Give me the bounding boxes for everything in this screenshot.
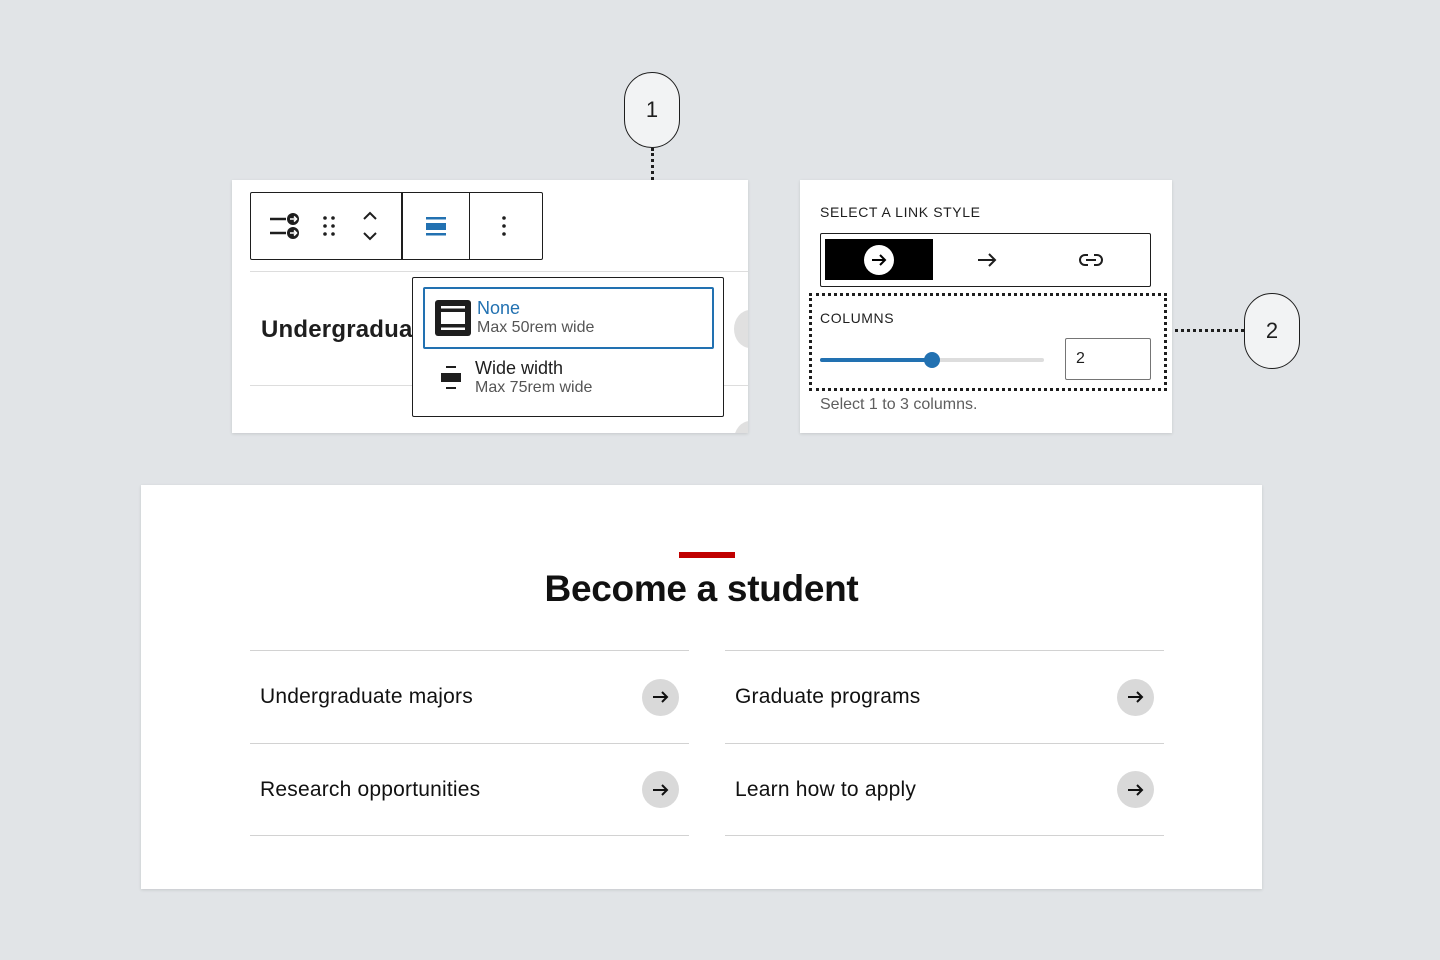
width-dropdown: None Max 50rem wide Wide width Max 75rem… (412, 277, 724, 417)
arrow-button-partial (734, 310, 748, 348)
option-subtitle: Max 50rem wide (477, 319, 595, 336)
link-style-option-arrow[interactable] (957, 239, 1017, 280)
width-option-none[interactable]: None Max 50rem wide (423, 287, 714, 349)
option-subtitle: Max 75rem wide (475, 379, 593, 396)
drag-handle[interactable] (319, 193, 339, 259)
columns-label: COLUMNS (820, 310, 895, 326)
link-style-option-circle-arrow[interactable] (825, 239, 933, 280)
columns-slider[interactable] (820, 352, 1044, 368)
width-option-wide[interactable]: Wide width Max 75rem wide (423, 347, 714, 409)
callout-2-connector (1168, 329, 1244, 332)
align-wide-icon (441, 366, 461, 389)
link-graduate-programs[interactable]: Graduate programs (725, 650, 1164, 743)
link-undergraduate-majors[interactable]: Undergraduate majors (250, 650, 689, 743)
columns-input[interactable] (1065, 338, 1151, 380)
arrow-right-icon (978, 252, 997, 267)
block-editor-panel: Undergradua None Max 50rem wide Wide wid… (232, 180, 748, 433)
link-label: Research opportunities (260, 777, 481, 801)
align-none-icon (425, 217, 446, 236)
arrow-circle-icon (642, 678, 679, 716)
columns-help-text: Select 1 to 3 columns. (820, 396, 978, 413)
chevron-up-icon[interactable] (361, 209, 379, 223)
move-block-buttons[interactable] (339, 193, 401, 259)
more-vertical-icon (502, 216, 506, 236)
chevron-down-icon[interactable] (361, 229, 379, 243)
link-style-option-link[interactable] (1061, 239, 1121, 280)
block-heading-preview: Undergradua (261, 316, 413, 343)
settings-panel: SELECT A LINK STYLE COLUMNS Select 1 to … (800, 180, 1172, 433)
arrow-circle-icon (642, 771, 679, 808)
callout-2: 2 (1244, 293, 1300, 369)
link-research-opportunities[interactable]: Research opportunities (250, 743, 689, 836)
arrow-circle-icon (1117, 678, 1154, 716)
option-title: None (477, 298, 521, 318)
divider (250, 271, 748, 272)
block-toolbar (250, 192, 543, 260)
slider-thumb[interactable] (924, 352, 940, 368)
link-icon (1079, 253, 1103, 266)
link-learn-how-to-apply[interactable]: Learn how to apply (725, 743, 1164, 836)
link-list-icon (270, 213, 299, 239)
slider-fill (820, 358, 932, 362)
link-label: Graduate programs (735, 685, 921, 708)
drag-handle-icon (323, 216, 335, 236)
callout-1: 1 (624, 72, 680, 148)
arrow-circle-icon (1117, 771, 1154, 808)
accent-bar (679, 552, 735, 558)
link-label: Undergraduate majors (260, 685, 473, 708)
more-options-button[interactable] (470, 193, 538, 259)
link-label: Learn how to apply (735, 777, 917, 801)
align-none-icon (435, 300, 471, 336)
arrow-circle-icon (864, 244, 894, 275)
card-heading: Become a student (544, 568, 859, 609)
option-title: Wide width (475, 358, 564, 378)
link-style-label: SELECT A LINK STYLE (820, 204, 981, 220)
arrow-button-partial (734, 421, 748, 433)
block-type-button[interactable] (251, 193, 319, 259)
align-button[interactable] (403, 193, 469, 259)
become-student-card: Become a student Undergraduate majors Gr… (141, 485, 1262, 889)
link-style-toggle-group (820, 233, 1151, 287)
